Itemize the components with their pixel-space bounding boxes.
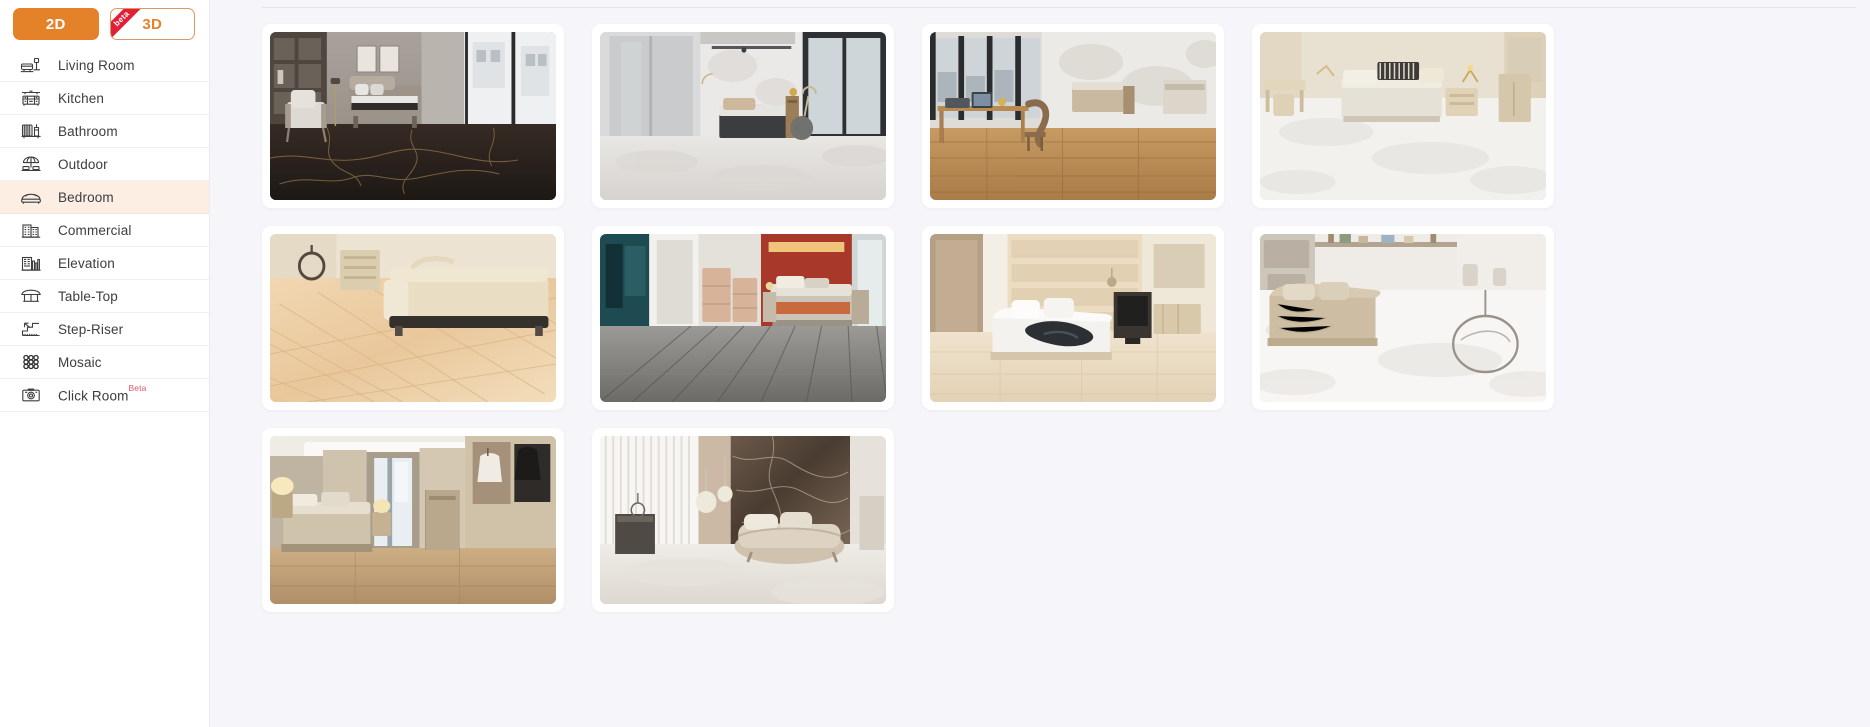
gallery-tile[interactable]	[262, 428, 564, 612]
facade-icon	[18, 252, 44, 274]
sidebar-item-label: Mosaic	[58, 354, 102, 370]
gallery-thumbnail	[930, 32, 1216, 200]
stairs-icon	[18, 318, 44, 340]
app-root: 2D beta 3D Living Room Kitchen Bathroom …	[0, 0, 1870, 727]
sidebar-item-label: Step-Riser	[58, 321, 124, 337]
gallery-tile[interactable]	[922, 226, 1224, 410]
click-room-beta-badge: Beta	[128, 382, 147, 393]
main-content	[210, 0, 1870, 727]
sidebar-item-label: Click RoomBeta	[58, 382, 147, 404]
sidebar-item-click-room[interactable]: Click RoomBeta	[0, 379, 209, 412]
beta-ribbon-label: beta	[110, 9, 145, 39]
gallery-tile[interactable]	[262, 226, 564, 410]
bed-icon	[18, 186, 44, 208]
gallery-tile[interactable]	[592, 428, 894, 612]
sidebar-item-kitchen[interactable]: Kitchen	[0, 82, 209, 115]
gallery-thumbnail	[1260, 234, 1546, 402]
sidebar-item-table-top[interactable]: Table-Top	[0, 280, 209, 313]
sidebar-item-label: Kitchen	[58, 90, 105, 106]
category-nav: Living Room Kitchen Bathroom Outdoor Bed…	[0, 49, 209, 412]
sidebar-item-label: Commercial	[58, 222, 132, 238]
sidebar-item-bedroom[interactable]: Bedroom	[0, 181, 209, 214]
sidebar-item-commercial[interactable]: Commercial	[0, 214, 209, 247]
sidebar: 2D beta 3D Living Room Kitchen Bathroom …	[0, 0, 210, 727]
mode-toggle-3d-label: 3D	[142, 15, 163, 33]
building-icon	[18, 219, 44, 241]
gallery-thumbnail	[600, 436, 886, 604]
mode-toggle-group: 2D beta 3D	[0, 0, 209, 49]
sidebar-item-step-riser[interactable]: Step-Riser	[0, 313, 209, 346]
gallery-tile[interactable]	[1252, 24, 1554, 208]
sidebar-item-label: Living Room	[58, 57, 135, 73]
gallery-thumbnail	[600, 234, 886, 402]
gallery-tile[interactable]	[1252, 226, 1554, 410]
parasol-icon	[18, 153, 44, 175]
mode-toggle-2d-label: 2D	[45, 15, 66, 33]
sofa-icon	[18, 54, 44, 76]
camera-icon	[18, 384, 44, 406]
mosaic-icon	[18, 351, 44, 373]
content-top-divider	[262, 7, 1856, 8]
gallery-tile[interactable]	[592, 24, 894, 208]
bathtub-icon	[18, 120, 44, 142]
gallery-tile[interactable]	[262, 24, 564, 208]
gallery-tile[interactable]	[592, 226, 894, 410]
mode-toggle-3d[interactable]: beta 3D	[109, 8, 195, 40]
gallery-thumbnail	[270, 32, 556, 200]
kitchen-icon	[18, 87, 44, 109]
sidebar-item-elevation[interactable]: Elevation	[0, 247, 209, 280]
gallery-thumbnail	[600, 32, 886, 200]
gallery-thumbnail	[930, 234, 1216, 402]
mode-toggle-2d[interactable]: 2D	[13, 8, 99, 40]
sidebar-item-mosaic[interactable]: Mosaic	[0, 346, 209, 379]
sidebar-item-label: Outdoor	[58, 156, 108, 172]
sidebar-item-label: Bedroom	[58, 189, 114, 205]
sidebar-item-bathroom[interactable]: Bathroom	[0, 115, 209, 148]
sidebar-item-label: Elevation	[58, 255, 115, 271]
gallery-thumbnail	[1260, 32, 1546, 200]
gallery-thumbnail	[270, 234, 556, 402]
gallery-tile[interactable]	[922, 24, 1224, 208]
sidebar-item-label: Bathroom	[58, 123, 118, 139]
sidebar-item-label: Table-Top	[58, 288, 118, 304]
sidebar-item-outdoor[interactable]: Outdoor	[0, 148, 209, 181]
sidebar-item-living-room[interactable]: Living Room	[0, 49, 209, 82]
table-icon	[18, 285, 44, 307]
gallery-thumbnail	[270, 436, 556, 604]
room-gallery-grid	[262, 24, 1867, 612]
